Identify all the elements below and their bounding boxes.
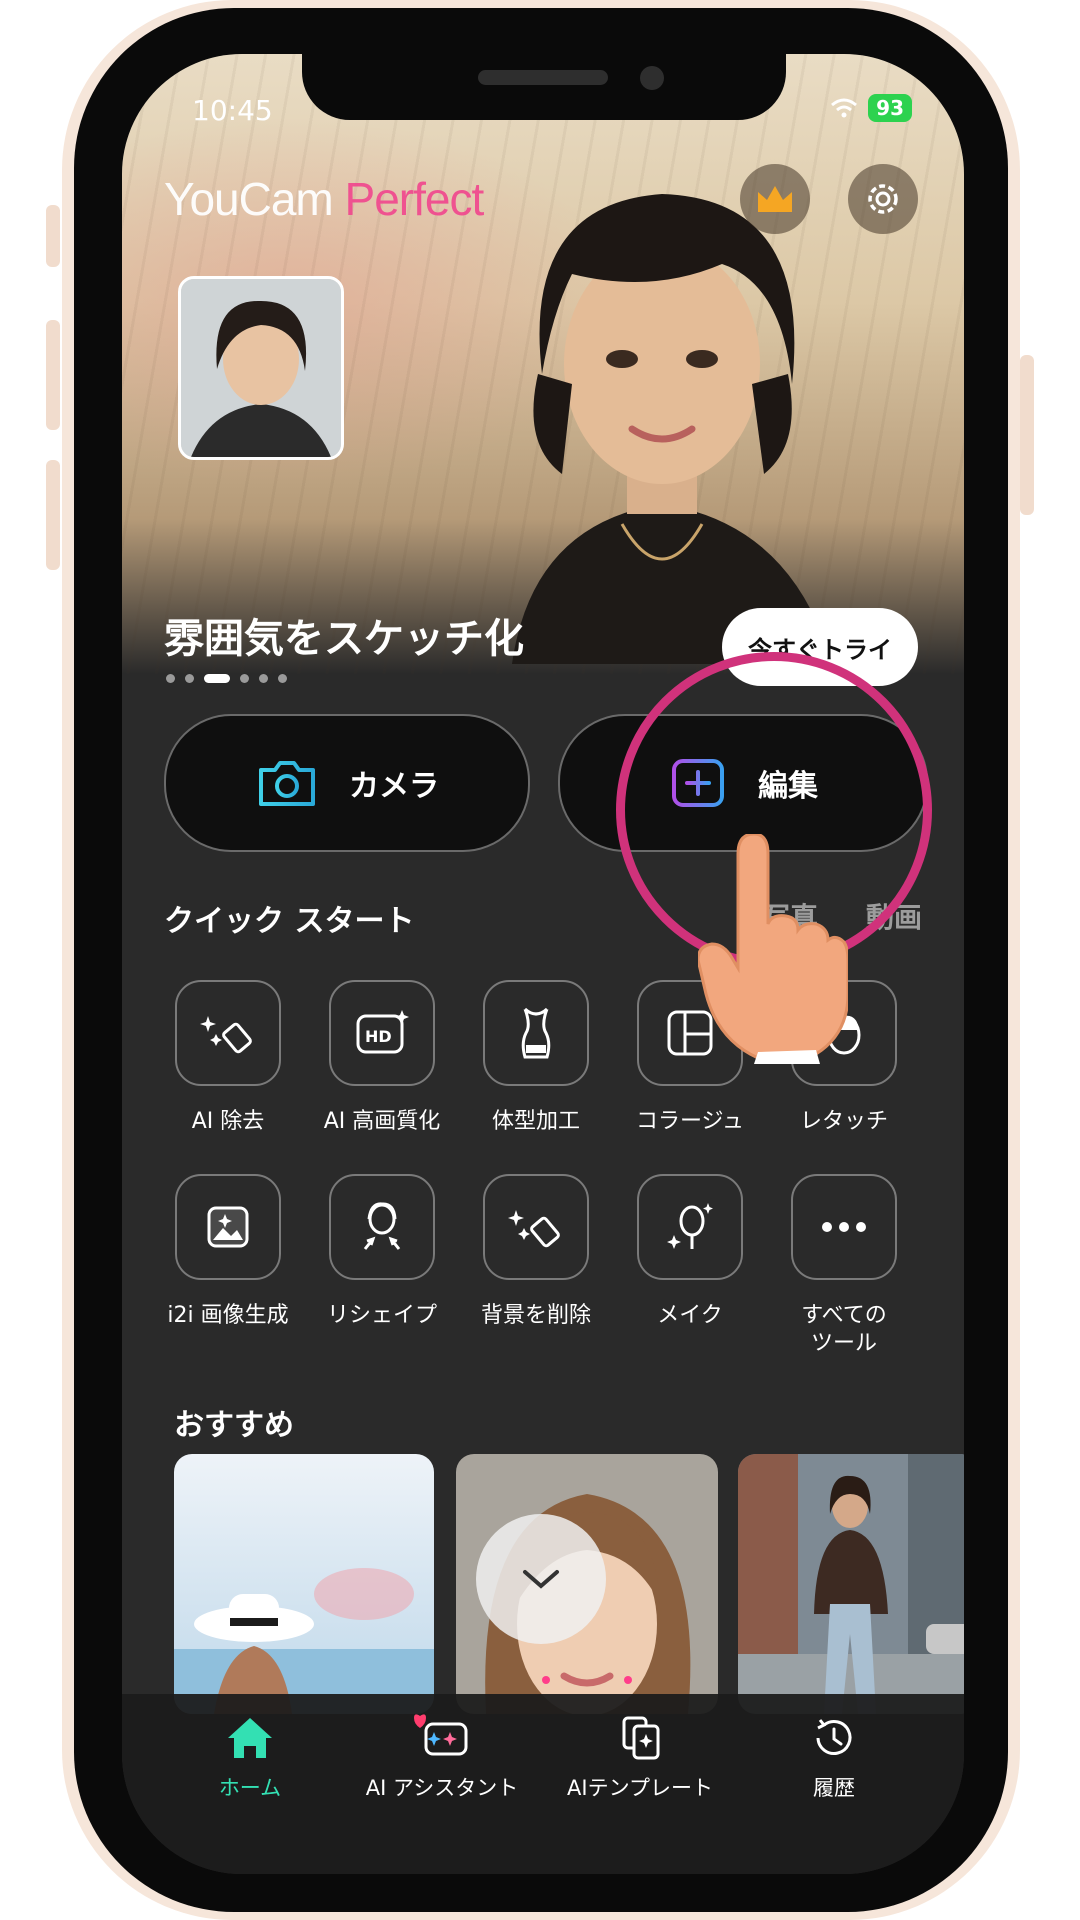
carousel-dot-active[interactable] — [204, 674, 230, 683]
carousel-dot[interactable] — [185, 674, 194, 683]
camera-button[interactable]: カメラ — [164, 714, 530, 852]
nav-home[interactable]: ホーム — [150, 1714, 350, 1802]
nav-label: AI アシスタント — [365, 1776, 519, 1800]
logo-text-youcam: YouCam — [164, 173, 334, 225]
recommended-thumbnail-street — [738, 1454, 964, 1714]
recommended-title: おすすめ — [174, 1408, 294, 1443]
hero-portrait-illustration — [512, 194, 832, 664]
camera-icon — [259, 761, 315, 806]
tool-label: すべての ツール — [801, 1303, 887, 1356]
tool-remove-background[interactable]: 背景を削除 — [466, 1174, 606, 1330]
reshape-icon — [329, 1174, 435, 1280]
camera-label: カメラ — [349, 769, 439, 804]
wifi-icon — [831, 98, 858, 118]
status-indicators: 93 — [830, 94, 912, 122]
battery-indicator: 93 — [868, 94, 912, 122]
tool-label: AI 除去 — [191, 1109, 265, 1134]
recommended-thumbnail-beach — [174, 1454, 434, 1714]
tool-makeup[interactable]: メイク — [620, 1174, 760, 1330]
quick-start-title: クイック スタート — [164, 904, 415, 939]
history-icon — [816, 1719, 852, 1755]
mute-switch — [46, 205, 60, 267]
tool-label: i2i 画像生成 — [167, 1303, 289, 1328]
status-time: 10:45 — [192, 94, 273, 127]
nav-label: 履歴 — [813, 1776, 855, 1800]
app-logo: YouCam Perfect — [164, 172, 485, 226]
body-shape-icon — [483, 980, 589, 1086]
tool-label: 背景を削除 — [480, 1303, 591, 1328]
tap-hand-pointer — [698, 834, 848, 1064]
tool-ai-hd[interactable]: HD AI 高画質化 — [312, 980, 452, 1136]
tool-label: レタッチ — [799, 1109, 888, 1134]
tool-ai-remove[interactable]: AI 除去 — [158, 980, 298, 1136]
image-generate-icon — [175, 1174, 281, 1280]
power-button — [1020, 355, 1034, 515]
tool-label: コラージュ — [635, 1109, 745, 1134]
tool-label: 体型加工 — [491, 1109, 580, 1134]
home-icon — [228, 1718, 272, 1758]
remove-background-icon — [483, 1174, 589, 1280]
eraser-sparkle-icon — [175, 980, 281, 1086]
more-icon — [791, 1174, 897, 1280]
carousel-dot[interactable] — [259, 674, 268, 683]
scroll-down-button[interactable] — [476, 1514, 606, 1644]
recommended-card[interactable] — [174, 1454, 434, 1714]
settings-button[interactable] — [848, 164, 918, 234]
before-thumbnail[interactable] — [178, 276, 344, 460]
recommended-card[interactable] — [738, 1454, 964, 1714]
tool-label: AI 高画質化 — [323, 1109, 441, 1134]
crown-icon — [758, 186, 792, 212]
tool-label: リシェイプ — [326, 1303, 437, 1328]
ai-template-icon — [622, 1716, 660, 1760]
volume-down-button — [46, 460, 60, 570]
carousel-dot[interactable] — [166, 674, 175, 683]
premium-button[interactable] — [740, 164, 810, 234]
gear-icon — [868, 184, 898, 214]
app-screen: 10:45 93 YouCam Perfect 雰囲気をスケッチ化 今すぐトライ… — [122, 54, 964, 1874]
nav-ai-assistant[interactable]: AI アシスタント — [342, 1714, 542, 1802]
before-photo — [181, 279, 341, 457]
tool-reshape[interactable]: リシェイプ — [312, 1174, 452, 1330]
chevron-down-icon — [523, 1570, 559, 1589]
bottom-navigation: ホーム AI アシスタント AIテンプレート 履歴 — [122, 1694, 964, 1874]
carousel-indicator[interactable] — [166, 674, 287, 683]
tool-body-shape[interactable]: 体型加工 — [466, 980, 606, 1136]
carousel-dot[interactable] — [278, 674, 287, 683]
front-camera — [640, 66, 664, 90]
nav-ai-template[interactable]: AIテンプレート — [540, 1714, 740, 1802]
nav-history[interactable]: 履歴 — [734, 1714, 934, 1802]
speaker — [478, 70, 608, 85]
tool-all-tools[interactable]: すべての ツール — [774, 1174, 914, 1358]
tool-label: メイク — [657, 1303, 723, 1328]
carousel-dot[interactable] — [240, 674, 249, 683]
tool-i2i-generate[interactable]: i2i 画像生成 — [158, 1174, 298, 1330]
ai-assistant-icon — [414, 1714, 468, 1756]
nav-label: AIテンプレート — [567, 1776, 713, 1800]
svg-text:HD: HD — [365, 1027, 392, 1046]
hero-title: 雰囲気をスケッチ化 — [164, 616, 524, 662]
notch — [302, 54, 786, 120]
nav-label: ホーム — [218, 1776, 282, 1800]
logo-text-perfect: Perfect — [332, 173, 485, 225]
volume-up-button — [46, 320, 60, 430]
makeup-mirror-icon — [637, 1174, 743, 1280]
hd-icon: HD — [329, 980, 435, 1086]
